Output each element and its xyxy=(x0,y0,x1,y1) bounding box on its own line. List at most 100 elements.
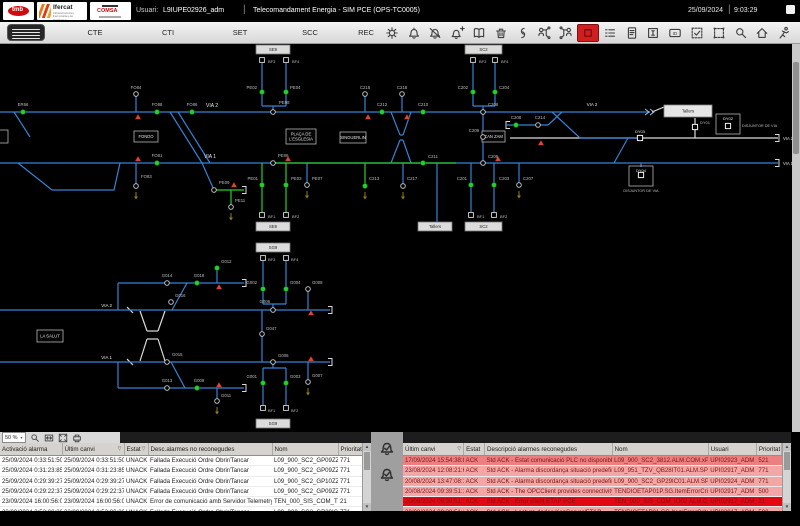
device-oc[interactable] xyxy=(271,161,276,166)
search-icon[interactable] xyxy=(730,24,752,42)
ack-alarm-bell-icon[interactable] xyxy=(377,464,397,484)
device-oc[interactable] xyxy=(212,188,217,193)
device-oc[interactable] xyxy=(363,92,368,97)
device-oc[interactable] xyxy=(271,110,276,115)
device-dy[interactable] xyxy=(638,172,643,177)
device-sq[interactable] xyxy=(492,213,497,218)
alarm-triangle-icon[interactable] xyxy=(216,382,222,387)
device-sq[interactable] xyxy=(261,256,266,261)
device-sq[interactable] xyxy=(493,58,498,63)
alarm-triangle-icon[interactable] xyxy=(308,310,314,315)
device-dy[interactable] xyxy=(637,135,642,140)
device-dy[interactable] xyxy=(725,123,730,128)
ground-icon[interactable] xyxy=(215,407,219,415)
stop-active-icon[interactable] xyxy=(577,24,599,42)
device-gc[interactable] xyxy=(469,183,474,188)
device-oc[interactable] xyxy=(134,184,139,189)
ack-alarm-bell-icon[interactable] xyxy=(377,438,397,458)
column-header[interactable]: Usuari xyxy=(708,443,756,456)
select-check-icon[interactable] xyxy=(686,24,708,42)
column-header[interactable]: Estat▽ xyxy=(124,443,148,456)
ack-table-scrollbar[interactable]: ▲▼ xyxy=(782,443,791,511)
fit-width-icon[interactable] xyxy=(44,433,54,443)
device-oc[interactable] xyxy=(271,360,276,365)
alarm-triangle-icon[interactable] xyxy=(231,182,237,187)
alarm-triangle-icon[interactable] xyxy=(365,114,371,119)
user-network-icon[interactable] xyxy=(534,24,556,42)
menu-item-cti[interactable]: CTI xyxy=(162,28,174,37)
device-oc[interactable] xyxy=(215,399,220,404)
column-header[interactable]: Estat xyxy=(464,443,485,456)
device-oc[interactable] xyxy=(305,183,310,188)
alarm-row[interactable]: 25/09/2024 0:33:51:50925/09/2024 0:33:51… xyxy=(0,456,362,466)
device-sq[interactable] xyxy=(471,58,476,63)
column-header[interactable]: Descripció alarmes reconegudes xyxy=(485,443,613,456)
unack-table-scrollbar[interactable]: ▲▼ xyxy=(362,443,371,511)
device-sq[interactable] xyxy=(261,406,266,411)
device-gc[interactable] xyxy=(260,90,265,95)
alarm-row[interactable]: 25/09/2024 0:29:22:37025/09/2024 0:29:22… xyxy=(0,486,362,496)
runner-icon[interactable] xyxy=(773,24,795,42)
column-header[interactable]: Últim canvi▽ xyxy=(62,443,124,456)
column-header[interactable]: Prioritat xyxy=(338,443,362,456)
column-header[interactable]: Nom xyxy=(612,443,708,456)
device-gc[interactable] xyxy=(284,90,289,95)
device-dy[interactable] xyxy=(692,124,697,129)
alarm-row[interactable]: 25/09/2024 0:29:39:27625/09/2024 0:29:39… xyxy=(0,476,362,486)
schematic-canvas[interactable]: SE9SC2FONDOPLAÇA DEL'ESGLESIASINGUERLINC… xyxy=(0,44,792,432)
alarm-row[interactable]: 20/08/2024 09:39:51:154ACKStd ACK - Lect… xyxy=(403,507,782,511)
device-gc[interactable] xyxy=(190,110,195,115)
device-oc[interactable] xyxy=(165,360,170,365)
menu-item-rec[interactable]: REC xyxy=(358,28,374,37)
device-sq[interactable] xyxy=(284,256,289,261)
device-oc[interactable] xyxy=(165,281,170,286)
column-header[interactable]: Últim canvi▽ xyxy=(403,443,464,456)
device-gc[interactable] xyxy=(261,287,266,292)
device-oc[interactable] xyxy=(536,123,541,128)
ground-icon[interactable] xyxy=(229,213,233,221)
alarm-row[interactable]: 23/09/2024 3:52:00:30623/09/2024 3:52:00… xyxy=(0,507,362,511)
search-icon[interactable] xyxy=(30,433,40,443)
alarm-triangle-icon[interactable] xyxy=(308,356,314,361)
device-oc[interactable] xyxy=(517,183,522,188)
column-header[interactable]: Desc.alarmes no reconegudes xyxy=(148,443,272,456)
device-gc[interactable] xyxy=(195,281,200,286)
main-menu-icon[interactable] xyxy=(7,24,45,41)
device-gc[interactable] xyxy=(284,381,289,386)
device-oc[interactable] xyxy=(271,308,276,313)
device-gc[interactable] xyxy=(471,90,476,95)
device-gc[interactable] xyxy=(421,110,426,115)
device-gc[interactable] xyxy=(215,266,220,271)
alarm-row[interactable]: 17/09/2024 15:54:38:830ACKStd ACK - Esta… xyxy=(403,456,782,466)
device-oc[interactable] xyxy=(481,135,486,140)
device-gc[interactable] xyxy=(155,110,160,115)
home-icon[interactable] xyxy=(752,24,774,42)
disconnect-icon[interactable] xyxy=(512,24,534,42)
select-marquee-icon[interactable] xyxy=(708,24,730,42)
fit-page-icon[interactable] xyxy=(58,433,68,443)
menu-item-cte[interactable]: CTE xyxy=(88,28,103,37)
device-gc[interactable] xyxy=(155,161,160,166)
device-gc[interactable] xyxy=(284,183,289,188)
alarm-bell-icon[interactable] xyxy=(403,24,425,42)
device-oc[interactable] xyxy=(481,110,486,115)
trash-icon[interactable] xyxy=(490,24,512,42)
print-icon[interactable] xyxy=(72,433,82,443)
device-gc[interactable] xyxy=(492,183,497,188)
device-oc[interactable] xyxy=(260,332,265,337)
device-oc[interactable] xyxy=(306,287,311,292)
device-oc[interactable] xyxy=(134,92,139,97)
device-gc[interactable] xyxy=(493,90,498,95)
device-gc[interactable] xyxy=(260,183,265,188)
device-gc[interactable] xyxy=(514,123,519,128)
alarm-row[interactable]: 23/09/2024 16:00:56:06223/09/2024 16:00:… xyxy=(0,497,362,507)
ground-icon[interactable] xyxy=(306,388,310,396)
device-oc[interactable] xyxy=(306,380,311,385)
device-gc[interactable] xyxy=(380,110,385,115)
alarm-row[interactable]: 20/08/2024 09:39:51:154ACKStd ACK - Erro… xyxy=(403,497,782,507)
device-gc[interactable] xyxy=(21,110,26,115)
menu-item-scc[interactable]: SCC xyxy=(302,28,318,37)
alarm-triangle-icon[interactable] xyxy=(135,156,141,161)
device-sq[interactable] xyxy=(469,213,474,218)
alarm-bell-add-icon[interactable] xyxy=(446,24,468,42)
